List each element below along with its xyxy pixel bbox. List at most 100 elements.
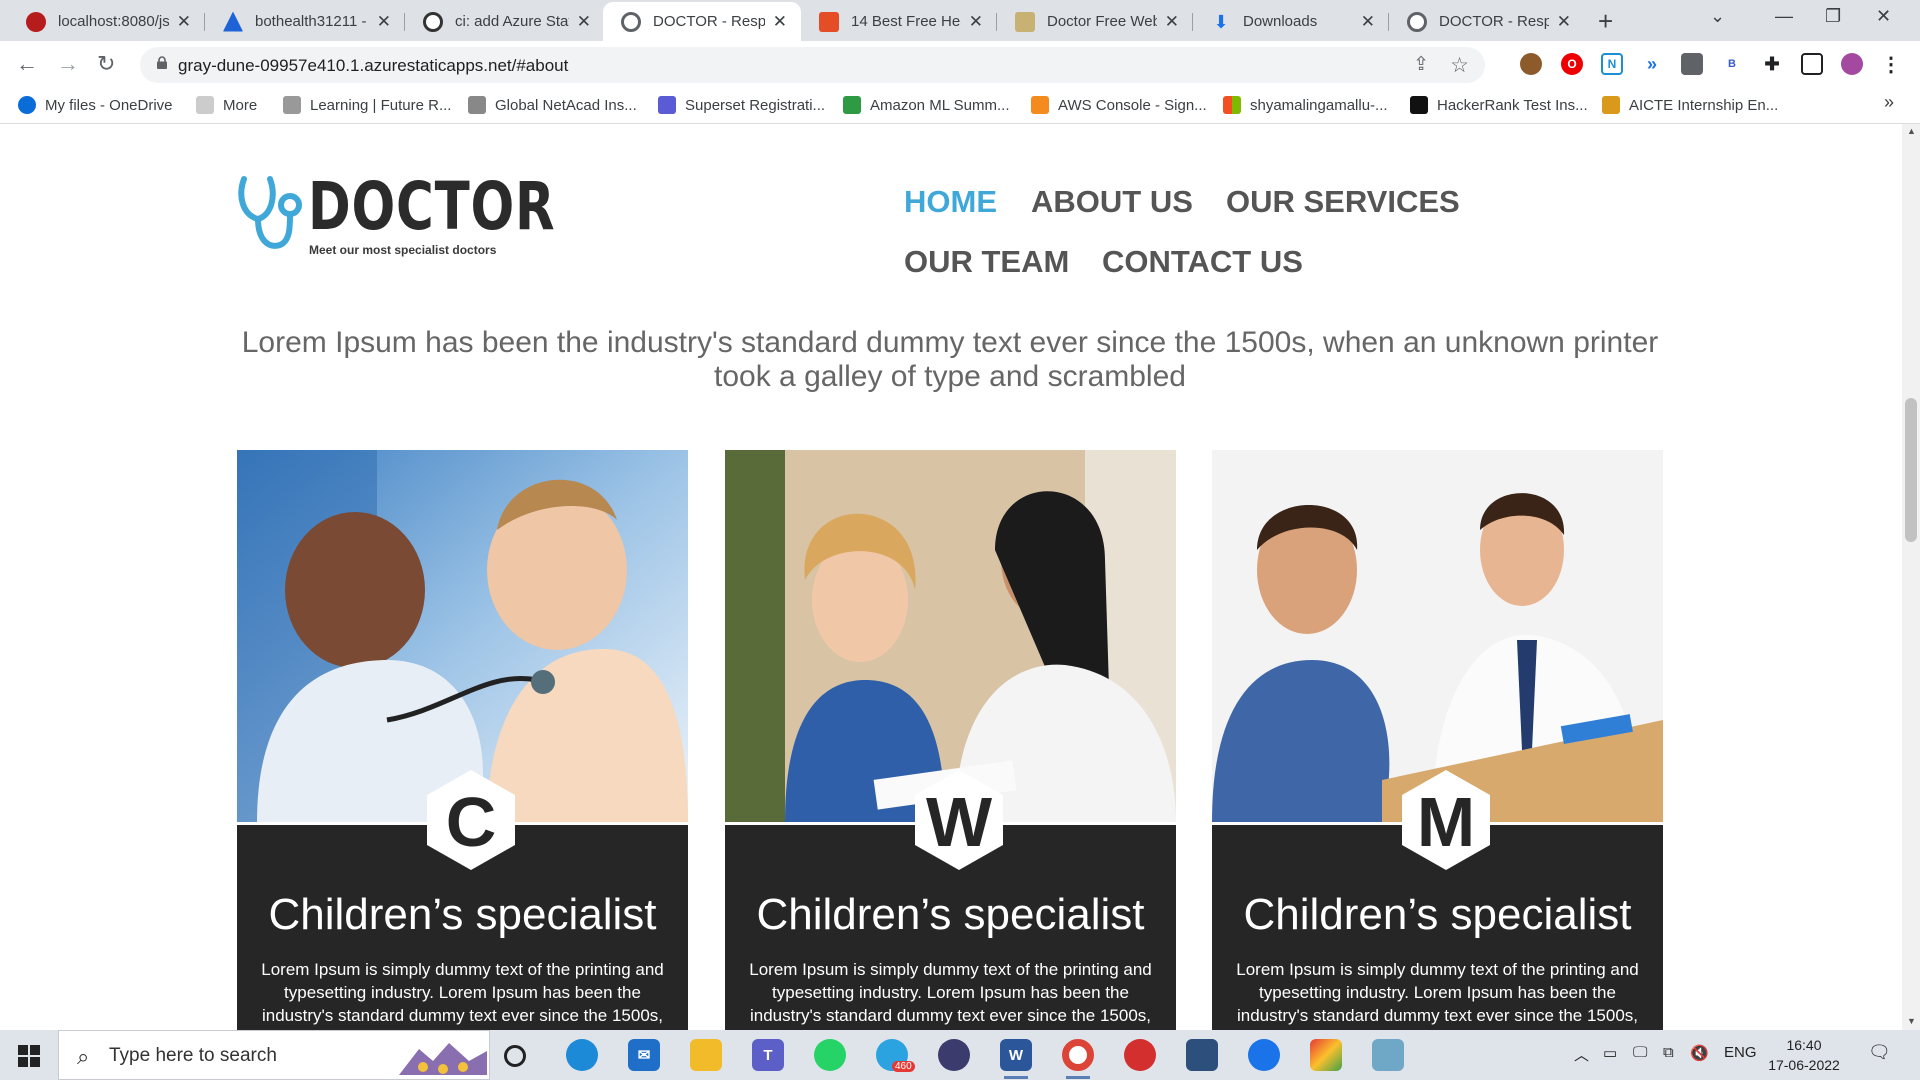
browser-toolbar: ← → ↻ gray-dune-09957e410.1.azurestatica… bbox=[0, 41, 1920, 89]
nav-contact-us[interactable]: CONTACT US bbox=[1102, 244, 1303, 280]
windows-start-icon[interactable] bbox=[18, 1045, 40, 1067]
edge-icon[interactable] bbox=[566, 1039, 598, 1071]
menu-icon[interactable]: ⋮ bbox=[1880, 53, 1902, 76]
sql-tool-icon[interactable] bbox=[1186, 1039, 1218, 1071]
tab-title: DOCTOR - Respo bbox=[1439, 13, 1549, 30]
avatar[interactable] bbox=[1841, 53, 1863, 75]
close-icon[interactable]: ✕ bbox=[1165, 12, 1179, 32]
app-icon[interactable] bbox=[1372, 1039, 1404, 1071]
browser-tab-active[interactable]: DOCTOR - Respo ✕ bbox=[603, 2, 801, 41]
word-icon[interactable]: W bbox=[1000, 1039, 1032, 1071]
bookmark-label: Superset Registrati... bbox=[685, 96, 826, 114]
reload-icon[interactable]: ↻ bbox=[97, 51, 115, 77]
teams-icon[interactable]: T bbox=[752, 1039, 784, 1071]
cortana-icon[interactable] bbox=[504, 1045, 526, 1067]
browser-tab[interactable]: DOCTOR - Respo ✕ bbox=[1389, 2, 1585, 41]
browser-tab[interactable]: bothealth31211 - ✕ bbox=[205, 2, 405, 41]
service-card: M Children’s specialist Lorem Ipsum is s… bbox=[1212, 450, 1663, 1030]
browser-tab[interactable]: ⬇ Downloads ✕ bbox=[1193, 2, 1389, 41]
language-indicator[interactable]: ENG bbox=[1724, 1044, 1757, 1061]
bookmark-item[interactable]: Superset Registrati... bbox=[658, 96, 825, 114]
site-logo[interactable]: DOCTOR Meet our most specialist doctors bbox=[236, 169, 555, 259]
close-icon[interactable]: ✕ bbox=[1361, 12, 1375, 32]
tab-search-icon[interactable]: ⌄ bbox=[1710, 6, 1725, 27]
new-tab-button[interactable]: + bbox=[1598, 8, 1613, 34]
close-icon[interactable]: ✕ bbox=[969, 12, 983, 32]
bookmark-item[interactable]: AICTE Internship En... bbox=[1602, 96, 1778, 114]
bookmark-star-icon[interactable]: ☆ bbox=[1450, 53, 1469, 78]
doctor-consultation-photo bbox=[1212, 450, 1663, 822]
browser-tab[interactable]: ci: add Azure Stat ✕ bbox=[405, 2, 605, 41]
page-viewport: DOCTOR Meet our most specialist doctors … bbox=[0, 124, 1902, 1030]
bookmark-item[interactable]: Global NetAcad Ins... bbox=[468, 96, 637, 114]
app-icon[interactable] bbox=[938, 1039, 970, 1071]
chrome-icon[interactable] bbox=[1062, 1039, 1094, 1071]
bookmark-item[interactable]: shyamalingamallu-... bbox=[1223, 96, 1388, 114]
close-icon[interactable]: ✕ bbox=[577, 12, 591, 32]
nav-our-services[interactable]: OUR SERVICES bbox=[1226, 184, 1460, 220]
logo-tagline: Meet our most specialist doctors bbox=[309, 243, 497, 257]
bookmark-item[interactable]: Learning | Future R... bbox=[283, 96, 451, 114]
card-hexagon-badge: W bbox=[915, 770, 1003, 870]
file-explorer-icon[interactable] bbox=[690, 1039, 722, 1071]
bookmark-item[interactable]: More bbox=[196, 96, 257, 114]
restore-icon[interactable]: ❐ bbox=[1825, 6, 1841, 27]
speaker-muted-icon[interactable]: 🔇 bbox=[1690, 1044, 1709, 1062]
display-icon[interactable]: ⧉ bbox=[1663, 1044, 1674, 1061]
bookmark-item[interactable]: Amazon ML Summ... bbox=[843, 96, 1009, 114]
mail-icon[interactable]: ✉ bbox=[628, 1039, 660, 1071]
opera-extension-icon[interactable]: O bbox=[1561, 53, 1583, 75]
audio-extension-icon[interactable]: » bbox=[1641, 53, 1663, 75]
app-icon[interactable] bbox=[1124, 1039, 1156, 1071]
taskbar-search-box[interactable]: ⌕ Type here to search bbox=[58, 1030, 490, 1080]
browser-tab[interactable]: 14 Best Free Heal ✕ bbox=[801, 2, 997, 41]
globe-icon bbox=[1407, 11, 1427, 32]
close-icon[interactable]: ✕ bbox=[773, 12, 787, 32]
system-clock[interactable]: 16:40 17-06-2022 bbox=[1762, 1035, 1846, 1075]
nav-our-team[interactable]: OUR TEAM bbox=[904, 244, 1069, 280]
close-icon[interactable]: ✕ bbox=[377, 12, 391, 32]
service-card: C Children’s specialist Lorem Ipsum is s… bbox=[237, 450, 688, 1030]
tray-overflow-icon[interactable]: ︿ bbox=[1574, 1044, 1589, 1065]
browser-tab[interactable]: localhost:8080/jsp ✕ bbox=[8, 2, 205, 41]
forward-icon[interactable]: → bbox=[57, 51, 79, 77]
address-bar[interactable]: gray-dune-09957e410.1.azurestaticapps.ne… bbox=[140, 47, 1485, 83]
b-extension-icon[interactable]: B bbox=[1721, 53, 1743, 75]
superset-icon bbox=[658, 96, 676, 114]
share-icon[interactable]: ⇪ bbox=[1413, 53, 1429, 76]
bookmark-item[interactable]: My files - OneDrive bbox=[18, 96, 173, 114]
scroll-down-icon[interactable]: ▼ bbox=[1907, 1016, 1916, 1026]
cookie-extension-icon[interactable] bbox=[1520, 53, 1542, 75]
nav-home[interactable]: HOME bbox=[904, 184, 997, 220]
network-icon[interactable]: 🖵 bbox=[1633, 1044, 1647, 1061]
card-title: Children’s specialist bbox=[756, 890, 1145, 939]
browser-tab[interactable]: Doctor Free Web ✕ bbox=[997, 2, 1193, 41]
close-icon[interactable]: ✕ bbox=[1557, 12, 1571, 32]
aws-icon bbox=[1031, 96, 1049, 114]
card-letter: C bbox=[445, 783, 497, 861]
puzzle-extensions-icon[interactable]: ✚ bbox=[1761, 53, 1783, 75]
close-icon[interactable]: ✕ bbox=[177, 12, 191, 32]
notification-icon[interactable]: 🗨 bbox=[1868, 1042, 1891, 1063]
bookmark-label: AWS Console - Sign... bbox=[1058, 96, 1207, 114]
n-extension-icon[interactable]: N bbox=[1601, 53, 1623, 75]
minimize-icon[interactable]: — bbox=[1775, 6, 1793, 27]
reader-extension-icon[interactable] bbox=[1681, 53, 1703, 75]
bookmarks-overflow-button[interactable]: » bbox=[1884, 92, 1894, 113]
teamviewer-icon[interactable] bbox=[1248, 1039, 1280, 1071]
close-window-icon[interactable]: ✕ bbox=[1876, 6, 1891, 27]
lock-icon bbox=[157, 56, 167, 69]
bookmark-item[interactable]: HackerRank Test Ins... bbox=[1410, 96, 1588, 114]
github-icon bbox=[423, 11, 443, 32]
whatsapp-icon[interactable] bbox=[814, 1039, 846, 1071]
favicon-icon bbox=[26, 11, 46, 32]
battery-icon[interactable]: ▭ bbox=[1603, 1044, 1617, 1062]
page-scrollbar[interactable]: ▲ ▼ bbox=[1902, 124, 1920, 1030]
scroll-up-icon[interactable]: ▲ bbox=[1907, 126, 1916, 136]
app-icon[interactable] bbox=[1310, 1039, 1342, 1071]
side-panel-icon[interactable] bbox=[1801, 53, 1823, 75]
nav-about-us[interactable]: ABOUT US bbox=[1031, 184, 1193, 220]
scrollbar-thumb[interactable] bbox=[1905, 398, 1917, 542]
back-icon[interactable]: ← bbox=[16, 51, 38, 77]
bookmark-item[interactable]: AWS Console - Sign... bbox=[1031, 96, 1207, 114]
